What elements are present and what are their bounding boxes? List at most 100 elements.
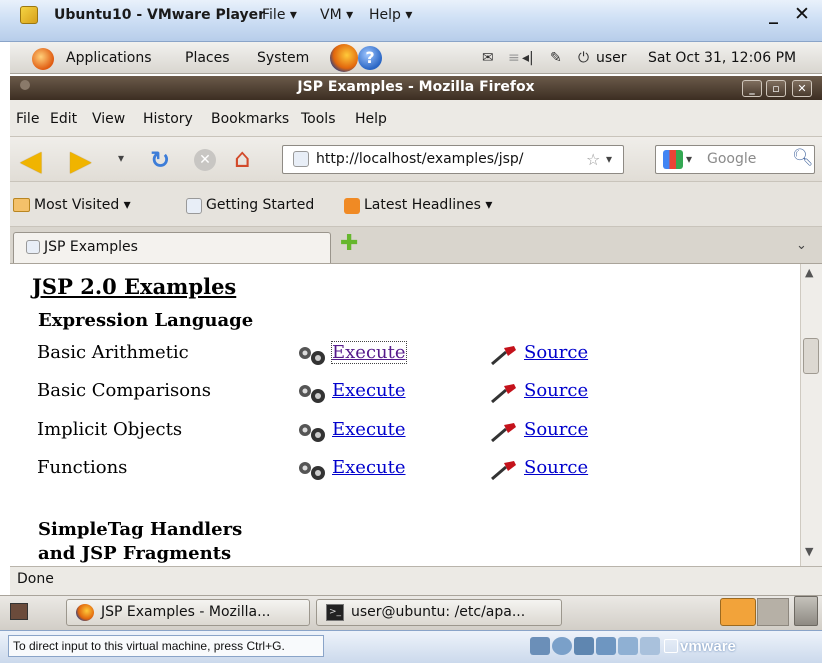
menu-edit[interactable]: Edit [50, 111, 77, 127]
sound-icon[interactable] [618, 637, 638, 655]
floppy-icon[interactable] [574, 637, 594, 655]
trash-icon[interactable] [794, 596, 818, 626]
vmware-app-icon [20, 6, 38, 24]
vmware-menu-help[interactable]: Help ▾ [369, 7, 412, 23]
section-heading-fragments: and JSP Fragments [38, 543, 232, 564]
vertical-scrollbar[interactable] [800, 264, 822, 566]
firefox-panel-icon[interactable] [720, 598, 756, 626]
search-engine-dropdown-icon[interactable]: ▾ [686, 152, 692, 166]
firefox-launcher-icon[interactable] [330, 44, 358, 72]
pen-icon[interactable]: ✎ [550, 50, 562, 66]
section-heading-simpletag: SimpleTag Handlers [38, 519, 243, 540]
scroll-up-arrow-icon[interactable]: ▲ [805, 266, 813, 279]
tab-label[interactable]: JSP Examples [44, 239, 138, 255]
back-arrow-icon[interactable]: ◀ [20, 147, 42, 175]
section-heading-expression-language: Expression Language [38, 310, 254, 331]
page-title: JSP 2.0 Examples [32, 274, 237, 299]
menu-file[interactable]: File [16, 111, 39, 127]
tab-list-chevron-icon[interactable]: ⌄ [796, 238, 807, 253]
firefox-task-icon [76, 604, 94, 621]
vmware-close-button[interactable]: ✕ [794, 3, 810, 25]
site-identity-icon[interactable] [293, 151, 309, 167]
wrench-icon [491, 461, 516, 481]
menu-tools[interactable]: Tools [301, 111, 336, 127]
gears-icon [299, 385, 325, 403]
vmware-logo: vmware [680, 638, 736, 655]
network-icon[interactable]: ≡ [508, 50, 520, 66]
search-icon[interactable]: 🔍︎ [792, 148, 814, 168]
source-link[interactable]: Source [524, 457, 588, 478]
example-label: Implicit Objects [37, 419, 183, 440]
execute-link[interactable]: Execute [332, 419, 406, 440]
wrench-icon [491, 384, 516, 404]
panel-user[interactable]: user [596, 50, 627, 66]
source-link[interactable]: Source [524, 342, 588, 363]
status-text: Done [17, 571, 54, 587]
source-link[interactable]: Source [524, 419, 588, 440]
mail-icon[interactable]: ✉ [482, 50, 494, 66]
history-dropdown-icon[interactable]: ▾ [118, 151, 124, 165]
hard-disk-icon[interactable] [530, 637, 550, 655]
applications-icon[interactable] [32, 48, 54, 70]
search-input[interactable]: Google [707, 151, 756, 167]
search-engine-icon[interactable] [663, 150, 683, 169]
execute-link[interactable]: Execute [331, 341, 407, 364]
source-link[interactable]: Source [524, 380, 588, 401]
home-icon[interactable]: ⌂ [234, 146, 251, 172]
vmware-window-title: Ubuntu10 - VMware Player [54, 7, 266, 23]
panel-menu-system[interactable]: System [257, 50, 309, 66]
menu-history[interactable]: History [143, 111, 193, 127]
scrollbar-thumb[interactable] [803, 338, 819, 374]
message-log-icon[interactable] [640, 637, 660, 655]
gears-icon [299, 462, 325, 480]
panel-clock[interactable]: Sat Oct 31, 12:06 PM [648, 50, 796, 66]
vmware-menu-file[interactable]: File ▾ [262, 7, 297, 23]
bookmark-getting-started[interactable]: Getting Started [206, 197, 314, 213]
tab-page-icon [26, 240, 40, 254]
panel-menu-places[interactable]: Places [185, 50, 230, 66]
forward-arrow-icon[interactable]: ▶ [70, 147, 92, 175]
cdrom-icon[interactable] [552, 637, 572, 655]
vmware-menu-vm[interactable]: VM ▾ [320, 7, 353, 23]
vmware-status-message: To direct input to this virtual machine,… [8, 635, 324, 657]
firefox-maximize-button[interactable]: ▫ [766, 80, 786, 97]
stop-icon[interactable]: ✕ [194, 149, 216, 171]
show-desktop-icon[interactable] [10, 603, 28, 620]
firefox-close-button[interactable]: ✕ [792, 80, 812, 97]
scroll-down-arrow-icon[interactable]: ▼ [805, 545, 813, 558]
help-icon[interactable]: ? [358, 46, 382, 70]
volume-icon[interactable]: ◂| [522, 50, 534, 66]
vmware-minimize-button[interactable]: _ [769, 4, 778, 25]
bookmark-star-icon[interactable]: ☆ [586, 150, 600, 169]
reload-icon[interactable]: ↻ [150, 148, 170, 172]
menu-view[interactable]: View [92, 111, 125, 127]
wrench-icon [491, 423, 516, 443]
panel-menu-applications[interactable]: Applications [66, 50, 152, 66]
workspace-switcher[interactable] [757, 598, 789, 626]
rss-feed-icon [344, 198, 360, 214]
firefox-menubar [10, 100, 822, 137]
bookmark-page-icon [186, 198, 202, 214]
power-icon[interactable]: ⏻ [578, 50, 589, 66]
vmware-vm-icon [664, 639, 678, 653]
example-label: Basic Arithmetic [37, 342, 189, 363]
menu-help[interactable]: Help [355, 111, 387, 127]
bookmark-folder-icon [13, 198, 30, 212]
taskbar-firefox[interactable]: JSP Examples - Mozilla... [66, 599, 310, 626]
execute-link[interactable]: Execute [332, 380, 406, 401]
wrench-icon [491, 346, 516, 366]
menu-bookmarks[interactable]: Bookmarks [211, 111, 289, 127]
terminal-task-icon: >_ [326, 604, 344, 621]
bookmark-latest-headlines[interactable]: Latest Headlines ▾ [364, 197, 492, 213]
bookmark-most-visited[interactable]: Most Visited ▾ [34, 197, 131, 213]
firefox-statusbar [10, 566, 822, 595]
network-adapter-icon[interactable] [596, 637, 616, 655]
gears-icon [299, 347, 325, 365]
taskbar-terminal[interactable]: user@ubuntu: /etc/apa... [316, 599, 562, 626]
example-label: Basic Comparisons [37, 380, 211, 401]
url-text[interactable]: http://localhost/examples/jsp/ [316, 151, 524, 167]
new-tab-plus-icon[interactable]: ✚ [340, 231, 358, 256]
firefox-minimize-button[interactable]: _ [742, 80, 762, 97]
execute-link[interactable]: Execute [332, 457, 406, 478]
url-dropdown-icon[interactable]: ▾ [606, 152, 612, 166]
